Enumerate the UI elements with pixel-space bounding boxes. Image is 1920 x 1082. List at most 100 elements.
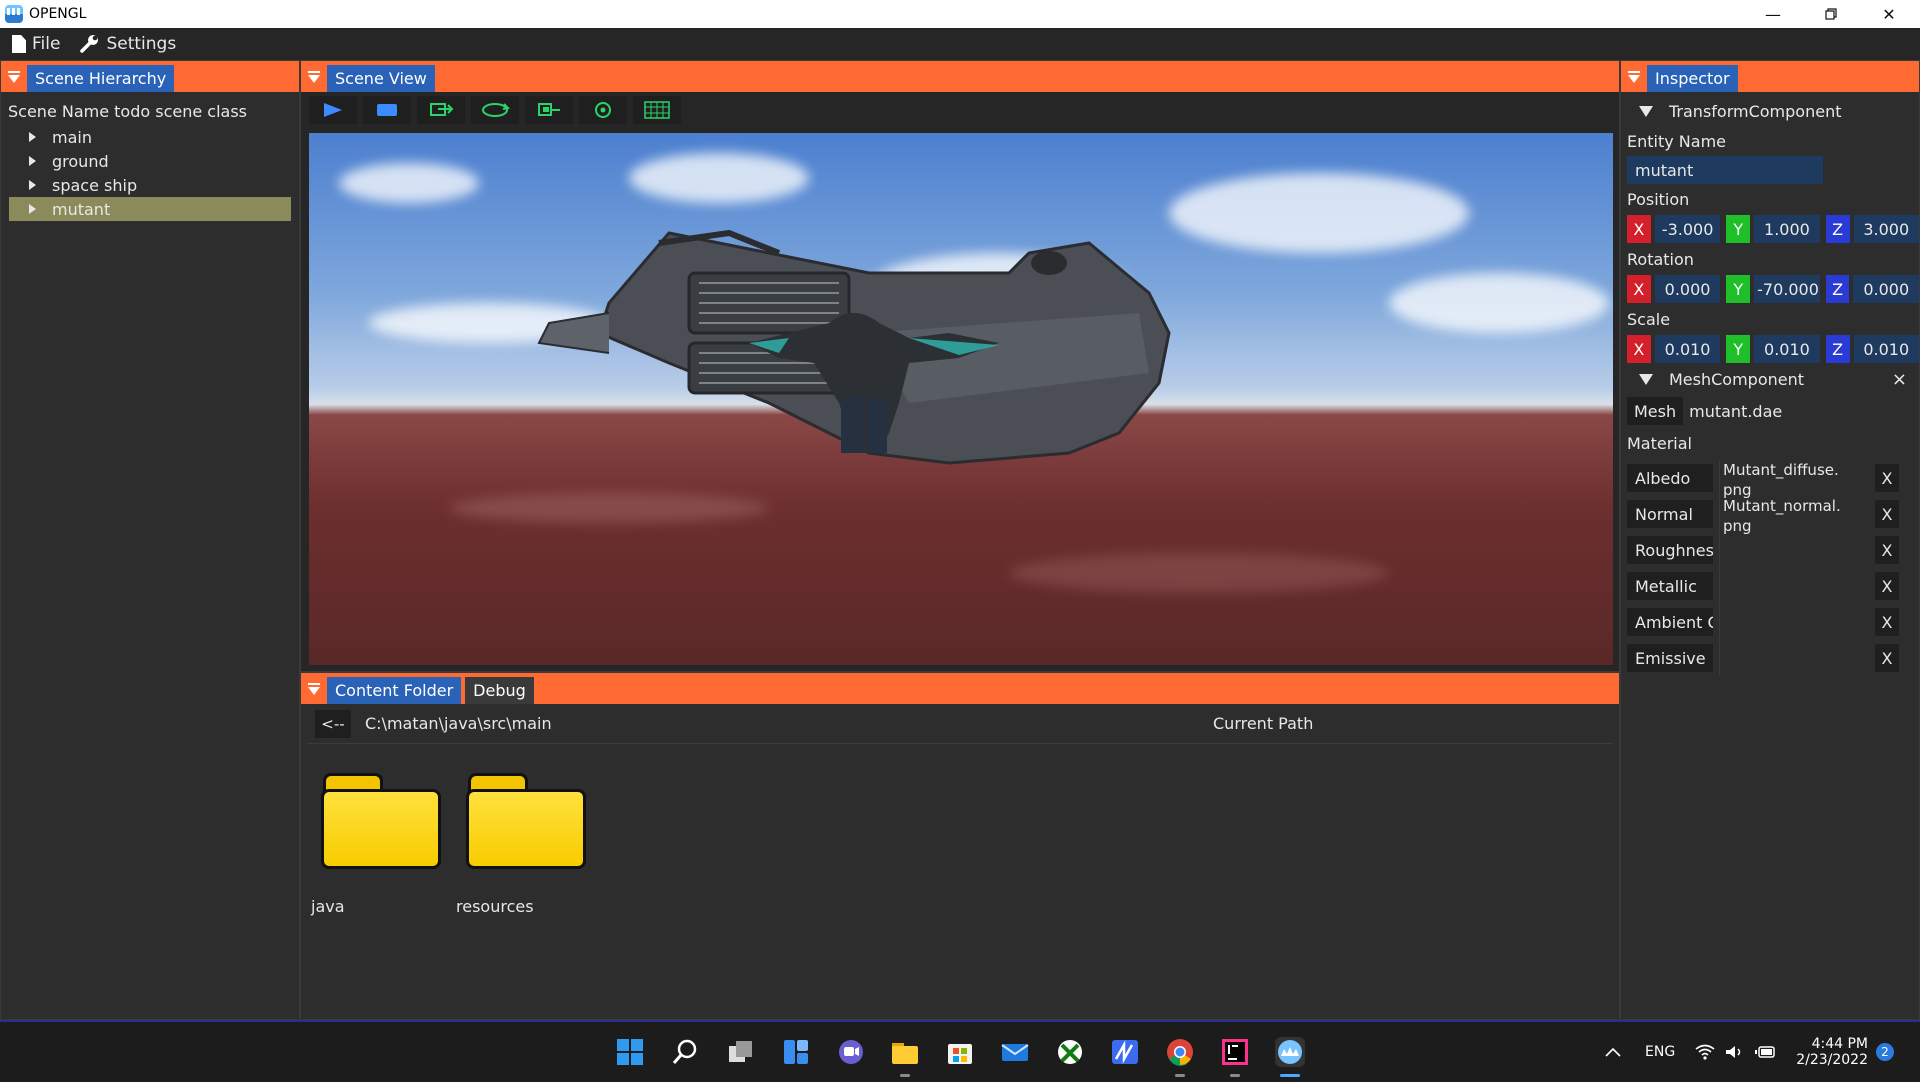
back-button[interactable]: <-- bbox=[315, 709, 351, 738]
tree-item-mutant[interactable]: mutant bbox=[9, 197, 291, 221]
visual-studio-icon[interactable] bbox=[1110, 1037, 1140, 1067]
inspector-header: Inspector bbox=[1621, 61, 1919, 92]
expand-arrow-icon[interactable] bbox=[29, 180, 36, 190]
folder-resources[interactable]: resources bbox=[456, 773, 586, 916]
move-tool-button[interactable] bbox=[417, 96, 465, 124]
metallic-button[interactable]: Metallic bbox=[1627, 572, 1713, 600]
rotation-x-field[interactable]: 0.000 bbox=[1654, 275, 1721, 303]
stop-button[interactable] bbox=[363, 96, 411, 124]
collapse-icon bbox=[1627, 70, 1641, 84]
menu-settings[interactable]: Settings bbox=[80, 34, 176, 54]
notification-badge[interactable]: 2 bbox=[1876, 1022, 1894, 1082]
scale-tool-button[interactable] bbox=[525, 96, 573, 124]
scene-view-collapse-button[interactable] bbox=[301, 61, 327, 92]
scale-tool-icon bbox=[538, 103, 560, 116]
wifi-icon[interactable] bbox=[1695, 1022, 1715, 1082]
tab-scene-hierarchy[interactable]: Scene Hierarchy bbox=[27, 65, 175, 92]
inspector-collapse-button[interactable] bbox=[1621, 61, 1647, 92]
minimize-button[interactable]: — bbox=[1744, 0, 1802, 28]
emissive-remove-button[interactable]: X bbox=[1875, 644, 1899, 672]
mesh-button[interactable]: Mesh bbox=[1627, 397, 1684, 425]
menu-bar: File Settings bbox=[0, 28, 1920, 60]
scale-x-field[interactable]: 0.010 bbox=[1654, 335, 1721, 363]
start-icon[interactable] bbox=[615, 1037, 645, 1067]
scale-z-field[interactable]: 0.010 bbox=[1853, 335, 1920, 363]
metallic-remove-button[interactable]: X bbox=[1875, 572, 1899, 600]
ambient-occlusion-button[interactable]: Ambient Occlusion bbox=[1627, 608, 1713, 636]
grid-button[interactable] bbox=[633, 96, 681, 124]
menu-file[interactable]: File bbox=[12, 34, 60, 54]
normal-button[interactable]: Normal bbox=[1627, 500, 1713, 528]
tab-scene-view[interactable]: Scene View bbox=[327, 65, 435, 92]
ambient-occlusion-remove-button[interactable]: X bbox=[1875, 608, 1899, 636]
language-indicator[interactable]: ENG bbox=[1645, 1022, 1675, 1082]
tab-debug[interactable]: Debug bbox=[465, 677, 534, 704]
expand-arrow-icon[interactable] bbox=[29, 132, 36, 142]
play-icon bbox=[324, 103, 342, 117]
roughness-remove-button[interactable]: X bbox=[1875, 536, 1899, 564]
chrome-icon[interactable] bbox=[1165, 1037, 1195, 1067]
title-bar: OPENGL — ✕ bbox=[0, 0, 1920, 28]
content-collapse-button[interactable] bbox=[301, 673, 327, 704]
transform-component-header[interactable]: TransformComponent bbox=[1621, 96, 1919, 126]
tree-item-ground[interactable]: ground bbox=[9, 149, 291, 173]
rotation-y-field[interactable]: -70.000 bbox=[1754, 275, 1820, 303]
tab-inspector[interactable]: Inspector bbox=[1647, 65, 1738, 92]
expand-arrow-icon[interactable] bbox=[29, 204, 36, 214]
inspector-panel: Inspector TransformComponent Entity Name… bbox=[1620, 60, 1920, 1020]
tray-chevron-icon[interactable] bbox=[1605, 1022, 1621, 1082]
albedo-remove-button[interactable]: X bbox=[1875, 464, 1899, 492]
close-window-button[interactable]: ✕ bbox=[1860, 0, 1918, 28]
wrench-icon bbox=[80, 35, 99, 53]
collapse-icon bbox=[307, 70, 321, 84]
folder-icon bbox=[321, 773, 441, 869]
tab-content-folder[interactable]: Content Folder bbox=[327, 677, 462, 704]
current-path-label: Current Path bbox=[1213, 714, 1314, 733]
play-button[interactable] bbox=[309, 96, 357, 124]
xbox-icon[interactable] bbox=[1055, 1037, 1085, 1067]
running-indicator bbox=[1175, 1074, 1185, 1077]
chat-icon[interactable] bbox=[836, 1037, 866, 1067]
move-tool-icon bbox=[430, 103, 454, 116]
rotate-tool-button[interactable] bbox=[471, 96, 519, 124]
store-icon[interactable] bbox=[945, 1037, 975, 1067]
emissive-button[interactable]: Emissive bbox=[1627, 644, 1713, 672]
opengl-app-icon[interactable] bbox=[1275, 1037, 1305, 1067]
intellij-icon[interactable] bbox=[1220, 1037, 1250, 1067]
rotation-vector: X 0.000 Y -70.000 Z 0.000 bbox=[1621, 274, 1919, 304]
expand-arrow-icon[interactable] bbox=[29, 156, 36, 166]
tree-item-label: main bbox=[52, 127, 92, 147]
clock[interactable]: 4:44 PM 2/23/2022 bbox=[1790, 1022, 1868, 1082]
remove-component-icon[interactable]: × bbox=[1892, 369, 1907, 390]
task-view-icon[interactable] bbox=[726, 1037, 756, 1067]
restore-button[interactable] bbox=[1802, 0, 1860, 28]
widgets-icon[interactable] bbox=[781, 1037, 811, 1067]
camera-tool-button[interactable] bbox=[579, 96, 627, 124]
position-x-field[interactable]: -3.000 bbox=[1654, 215, 1721, 243]
mesh-component-header[interactable]: MeshComponent × bbox=[1621, 364, 1919, 394]
rotation-z-field[interactable]: 0.000 bbox=[1853, 275, 1919, 303]
entity-name-input[interactable]: mutant bbox=[1627, 156, 1823, 184]
normal-remove-button[interactable]: X bbox=[1875, 500, 1899, 528]
scene-viewport[interactable] bbox=[309, 133, 1613, 665]
window-title: OPENGL bbox=[29, 6, 87, 22]
file-explorer-icon[interactable] bbox=[890, 1037, 920, 1067]
mail-icon[interactable] bbox=[1000, 1037, 1030, 1067]
scale-y-field[interactable]: 0.010 bbox=[1754, 335, 1820, 363]
roughness-button[interactable]: Roughness bbox=[1627, 536, 1713, 564]
volume-icon[interactable] bbox=[1724, 1022, 1744, 1082]
folder-java[interactable]: java bbox=[311, 773, 441, 916]
albedo-button[interactable]: Albedo bbox=[1627, 464, 1713, 492]
app-icon bbox=[5, 5, 23, 23]
position-z-field[interactable]: 3.000 bbox=[1853, 215, 1920, 243]
tree-item-space-ship[interactable]: space ship bbox=[9, 173, 291, 197]
battery-icon[interactable] bbox=[1755, 1022, 1777, 1082]
tree-item-main[interactable]: main bbox=[9, 125, 291, 149]
search-icon[interactable] bbox=[671, 1037, 701, 1067]
material-slot-albedo: Albedo Mutant_diffuse. png X bbox=[1621, 460, 1919, 499]
hierarchy-collapse-button[interactable] bbox=[1, 61, 27, 92]
position-y-field[interactable]: 1.000 bbox=[1754, 215, 1820, 243]
content-folder-panel: Content Folder Debug <-- C:\matan\java\s… bbox=[300, 672, 1620, 1020]
tree-item-label: ground bbox=[52, 151, 109, 171]
material-slot-normal: Normal Mutant_normal. png X bbox=[1621, 496, 1919, 535]
